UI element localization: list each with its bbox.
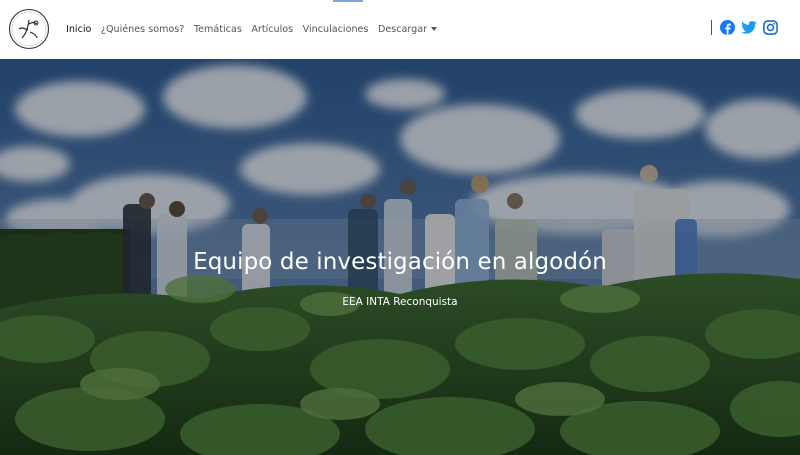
social-divider: [711, 20, 712, 35]
hero-title: Equipo de investigación en algodón: [193, 249, 607, 275]
social-links: [711, 20, 778, 35]
nav-item-vinculaciones[interactable]: Vinculaciones: [303, 24, 369, 35]
hero-subtitle: EEA INTA Reconquista: [342, 296, 458, 308]
nav-item-articulos[interactable]: Artículos: [251, 24, 293, 35]
logo[interactable]: [8, 8, 50, 50]
caret-down-icon: [431, 27, 438, 31]
navbar: Inicio ¿Quiénes somos? Temáticas Artícul…: [0, 0, 800, 59]
nav-item-descargar-dropdown[interactable]: Descargar: [377, 24, 438, 35]
nav-item-inicio[interactable]: Inicio: [66, 24, 91, 35]
facebook-icon[interactable]: [720, 20, 735, 35]
nav-item-tematicas[interactable]: Temáticas: [194, 24, 242, 35]
nav-item-quienes-somos[interactable]: ¿Quiénes somos?: [101, 24, 185, 35]
instagram-icon[interactable]: [763, 20, 778, 35]
nav-item-descargar-label: Descargar: [377, 24, 428, 35]
hero-banner: Equipo de investigación en algodón EEA I…: [0, 59, 800, 455]
twitter-icon[interactable]: [741, 21, 757, 34]
main-menu: Inicio ¿Quiénes somos? Temáticas Artícul…: [66, 0, 447, 59]
